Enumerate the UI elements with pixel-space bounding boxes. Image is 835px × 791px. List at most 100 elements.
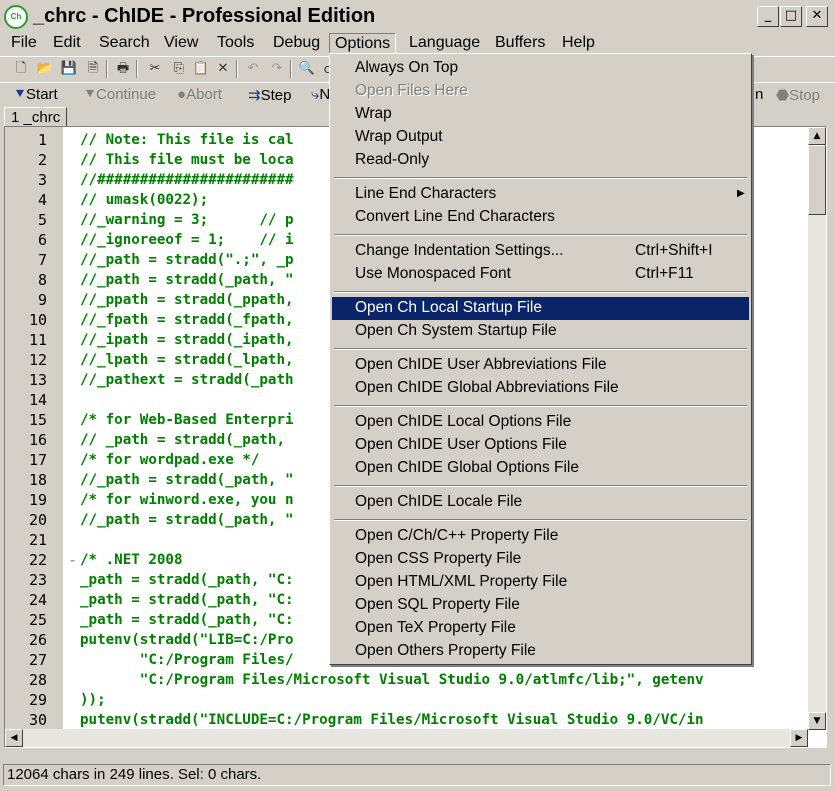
- undo-icon[interactable]: ↶: [244, 60, 262, 78]
- paste-icon[interactable]: 📋: [192, 60, 210, 78]
- menu-buffers[interactable]: Buffers: [490, 33, 550, 54]
- line-number: 6: [37, 231, 47, 249]
- next-button[interactable]: ⤷N: [311, 86, 330, 103]
- step-icon: ⇉: [248, 87, 261, 104]
- line-number: 4: [37, 191, 47, 209]
- line-number: 14: [28, 391, 47, 409]
- code-line: //_ppath = stradd(_ppath,: [80, 292, 294, 308]
- menu-item-label: Change Indentation Settings...: [355, 242, 564, 259]
- menu-item-label: Use Monospaced Font: [355, 265, 511, 282]
- line-number: 26: [28, 631, 47, 649]
- code-line: //_pathext = stradd(_path: [80, 372, 294, 388]
- line-number: 3: [37, 171, 47, 189]
- menu-item-open-ch-system-startup-file[interactable]: Open Ch System Startup File: [332, 320, 749, 343]
- menu-item-use-monospaced-font[interactable]: Use Monospaced Font Ctrl+F11: [332, 263, 749, 286]
- menu-item-open-html-xml-property-file[interactable]: Open HTML/XML Property File: [332, 571, 749, 594]
- delete-icon[interactable]: ✕: [214, 60, 232, 78]
- menu-item-label: Open ChIDE Locale File: [355, 493, 523, 510]
- menu-item-label: Open ChIDE Global Abbreviations File: [355, 379, 619, 396]
- menu-item-open-chide-user-abbreviations-file[interactable]: Open ChIDE User Abbreviations File: [332, 354, 749, 377]
- scroll-left-arrow-icon[interactable]: ◀: [5, 729, 23, 747]
- menu-help[interactable]: Help: [557, 33, 600, 54]
- menu-item-open-files-here[interactable]: Open Files Here: [332, 80, 749, 103]
- line-number: 28: [28, 671, 47, 689]
- menu-item-open-css-property-file[interactable]: Open CSS Property File: [332, 548, 749, 571]
- copy-icon[interactable]: ⎘: [170, 60, 188, 78]
- menu-item-wrap[interactable]: Wrap: [332, 103, 749, 126]
- menu-item-convert-line-end-characters[interactable]: Convert Line End Characters: [332, 206, 749, 229]
- line-number: 23: [28, 571, 47, 589]
- stop-button[interactable]: ⬣Stop: [776, 86, 820, 104]
- title-bar: Ch _chrc - ChIDE - Professional Edition …: [0, 0, 835, 34]
- new-file-icon[interactable]: 🗋: [12, 60, 30, 78]
- code-line: "C:/Program Files/Microsoft Visual Studi…: [80, 672, 704, 688]
- menu-bar: File Edit Search View Tools Debug Option…: [0, 32, 835, 54]
- menu-separator: [334, 291, 747, 293]
- menu-item-read-only[interactable]: Read-Only: [332, 149, 749, 172]
- line-number: 19: [28, 491, 47, 509]
- menu-item-open-c-ch-c-property-file[interactable]: Open C/Ch/C++ Property File: [332, 525, 749, 548]
- menu-item-open-tex-property-file[interactable]: Open TeX Property File: [332, 617, 749, 640]
- maximize-button[interactable]: □: [780, 6, 802, 27]
- menu-separator: [334, 348, 747, 350]
- cut-icon[interactable]: ✂: [146, 60, 164, 78]
- menu-item-open-chide-local-options-file[interactable]: Open ChIDE Local Options File: [332, 411, 749, 434]
- continue-icon: ⯆: [84, 86, 97, 103]
- fold-marker-icon[interactable]: -: [68, 550, 77, 570]
- partial-debug-button[interactable]: n: [755, 86, 763, 103]
- menu-item-label: Open Ch Local Startup File: [355, 299, 542, 316]
- minimize-button[interactable]: _: [757, 6, 779, 27]
- line-number: 5: [37, 211, 47, 229]
- options-dropdown-menu: Always On Top Open Files Here Wrap Wrap Out…: [329, 53, 752, 665]
- step-button[interactable]: ⇉Step: [248, 86, 291, 104]
- start-button[interactable]: ⯆Start: [14, 86, 58, 103]
- find-icon[interactable]: 🔍: [298, 60, 316, 78]
- redo-icon[interactable]: ↷: [268, 60, 286, 78]
- scroll-down-arrow-icon[interactable]: ▼: [808, 712, 826, 730]
- close-button[interactable]: ✕: [806, 6, 828, 27]
- open-folder-icon[interactable]: 📂: [36, 60, 54, 78]
- line-number: 20: [28, 511, 47, 529]
- menu-language[interactable]: Language: [404, 33, 485, 54]
- menu-item-open-chide-user-options-file[interactable]: Open ChIDE User Options File: [332, 434, 749, 457]
- menu-item-open-chide-locale-file[interactable]: Open ChIDE Locale File: [332, 491, 749, 514]
- horizontal-scrollbar[interactable]: ◀ ▶: [5, 729, 808, 747]
- menu-item-wrap-output[interactable]: Wrap Output: [332, 126, 749, 149]
- menu-item-open-chide-global-options-file[interactable]: Open ChIDE Global Options File: [332, 457, 749, 480]
- line-number: 22: [28, 551, 47, 569]
- scroll-thumb[interactable]: [808, 145, 826, 215]
- abort-icon: ●: [177, 86, 187, 103]
- line-number: 13: [28, 371, 47, 389]
- code-line: putenv(stradd("INCLUDE=C:/Program Files/…: [80, 712, 704, 728]
- menu-item-label: Open HTML/XML Property File: [355, 573, 568, 590]
- menu-file[interactable]: File: [6, 33, 42, 54]
- menu-item-change-indentation-settings[interactable]: Change Indentation Settings... Ctrl+Shift…: [332, 240, 749, 263]
- menu-view[interactable]: View: [159, 33, 203, 54]
- menu-tools[interactable]: Tools: [212, 33, 259, 54]
- scroll-up-arrow-icon[interactable]: ▲: [808, 127, 826, 145]
- vertical-scrollbar[interactable]: ▲ ▼: [808, 127, 826, 730]
- menu-item-line-end-characters[interactable]: Line End Characters ▶: [332, 183, 749, 206]
- menu-debug[interactable]: Debug: [268, 33, 325, 54]
- menu-item-label: Open SQL Property File: [355, 596, 520, 613]
- menu-item-open-sql-property-file[interactable]: Open SQL Property File: [332, 594, 749, 617]
- abort-button[interactable]: ●Abort: [177, 86, 222, 103]
- menu-item-open-ch-local-startup-file[interactable]: Open Ch Local Startup File: [332, 297, 749, 320]
- close-file-icon[interactable]: 🗎: [84, 60, 102, 78]
- menu-item-label: Read-Only: [355, 151, 430, 168]
- menu-edit[interactable]: Edit: [48, 33, 86, 54]
- menu-item-always-on-top[interactable]: Always On Top: [332, 57, 749, 80]
- menu-separator: [334, 485, 747, 487]
- menu-item-label: Open C/Ch/C++ Property File: [355, 527, 559, 544]
- continue-button[interactable]: ⯆Continue: [84, 86, 156, 103]
- print-icon[interactable]: 🖶: [114, 60, 132, 78]
- menu-search[interactable]: Search: [94, 33, 155, 54]
- save-icon[interactable]: 💾: [60, 60, 78, 78]
- menu-options[interactable]: Options: [329, 33, 397, 54]
- line-number: 15: [28, 411, 47, 429]
- menu-item-open-others-property-file[interactable]: Open Others Property File: [332, 640, 749, 663]
- start-icon: ⯆: [14, 86, 27, 103]
- scroll-right-arrow-icon[interactable]: ▶: [790, 729, 808, 747]
- menu-item-open-chide-global-abbreviations-file[interactable]: Open ChIDE Global Abbreviations File: [332, 377, 749, 400]
- chide-app-icon[interactable]: Ch: [4, 5, 28, 29]
